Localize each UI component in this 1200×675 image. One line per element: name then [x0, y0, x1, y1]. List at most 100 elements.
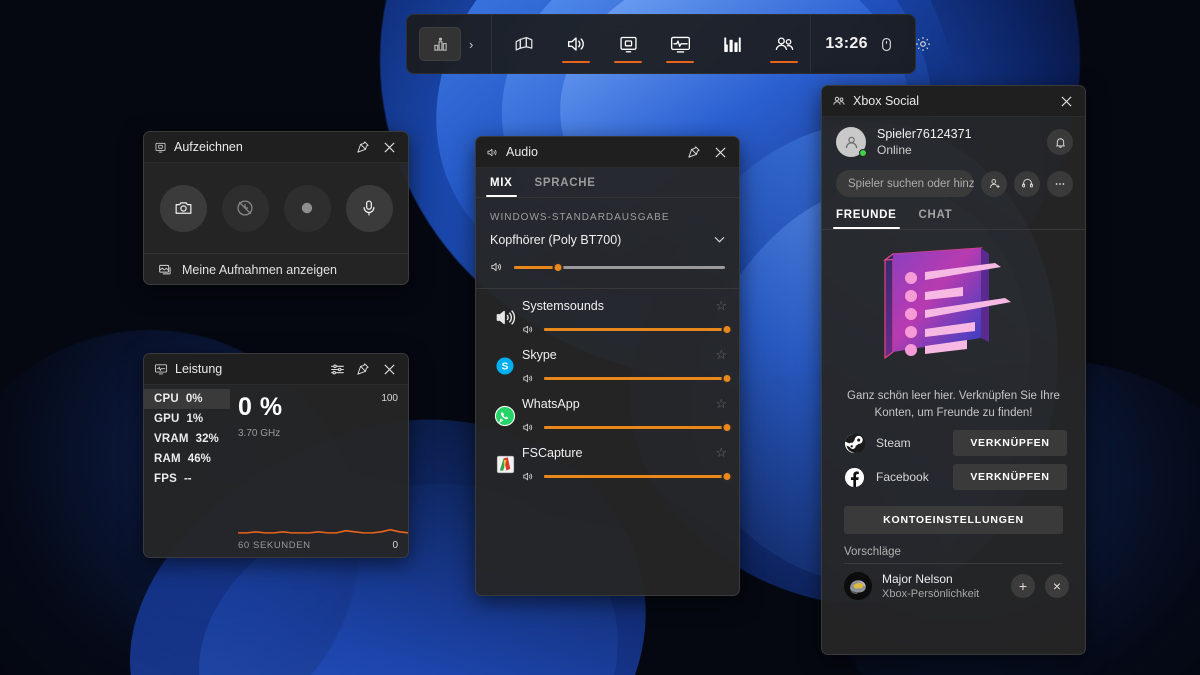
xbox-social-widget: Xbox Social Spieler76124371 Online — [821, 85, 1086, 655]
status-text: Online — [877, 143, 1036, 157]
account-name: Steam — [876, 436, 942, 450]
perf-stat-gpu[interactable]: GPU 1% — [144, 409, 230, 429]
perf-stat-ram[interactable]: RAM 46% — [144, 449, 230, 469]
speaker-icon[interactable] — [522, 470, 535, 483]
widget-menu-icon — [433, 37, 448, 52]
toolbar-item-widget-store[interactable] — [498, 15, 550, 73]
close-button[interactable] — [376, 134, 402, 160]
favorite-star-icon[interactable]: ☆ — [715, 445, 727, 461]
master-volume-row — [476, 247, 739, 274]
microphone-toggle-button[interactable] — [346, 185, 393, 232]
perf-stat-cpu[interactable]: CPU 0% — [144, 389, 230, 409]
pin-button[interactable] — [350, 356, 376, 382]
audio-app-slider[interactable] — [544, 373, 727, 385]
master-volume-slider[interactable] — [514, 261, 725, 273]
xbox-people-icon — [832, 94, 846, 108]
tab-sprache[interactable]: SPRACHE — [535, 168, 596, 197]
camera-icon — [174, 199, 193, 218]
audio-app-slider[interactable] — [544, 471, 727, 483]
speaker-icon[interactable] — [522, 421, 535, 434]
perf-stat-vram[interactable]: VRAM 32% — [144, 429, 230, 449]
toolbar-item-audio[interactable] — [550, 15, 602, 73]
audio-device-name: Kopfhörer (Poly BT700) — [490, 233, 712, 247]
social-widget-titlebar: Xbox Social — [822, 86, 1085, 117]
toolbar-item-resources[interactable] — [706, 15, 758, 73]
close-button[interactable] — [1053, 88, 1079, 114]
audio-app-name: Systemsounds — [522, 299, 715, 313]
slider-knob[interactable] — [553, 262, 564, 273]
tab-mix[interactable]: MIX — [490, 168, 513, 197]
toolbar-item-capture[interactable] — [602, 15, 654, 73]
slider-fill — [514, 266, 558, 269]
tab-freunde[interactable]: FREUNDE — [836, 209, 897, 229]
slider-knob[interactable] — [722, 324, 733, 335]
settings-gear-icon — [914, 35, 932, 53]
close-icon — [714, 146, 727, 159]
more-options-button[interactable] — [1047, 171, 1073, 197]
perf-stat-value: 32% — [196, 433, 219, 445]
audio-device-selector[interactable]: Kopfhörer (Poly BT700) — [476, 223, 739, 247]
add-suggestion-button[interactable]: + — [1011, 574, 1035, 598]
mouse-icon — [878, 36, 895, 53]
audio-app-header: WhatsApp ☆ — [522, 396, 727, 412]
perf-axis-max: 100 — [381, 393, 398, 404]
close-button[interactable] — [707, 139, 733, 165]
add-friend-icon — [988, 177, 1001, 190]
steam-icon — [844, 433, 865, 454]
screenshot-button[interactable] — [160, 185, 207, 232]
social-widget-title: Xbox Social — [853, 94, 1053, 108]
slider-knob[interactable] — [722, 373, 733, 384]
speaker-icon[interactable] — [522, 323, 535, 336]
dismiss-suggestion-button[interactable]: × — [1045, 574, 1069, 598]
add-friend-button[interactable] — [981, 171, 1007, 197]
link-steam-button[interactable]: VERKNÜPFEN — [953, 430, 1067, 456]
performance-monitor-icon — [154, 362, 168, 376]
audio-app-row: FSCapture ☆ — [476, 436, 739, 485]
favorite-star-icon[interactable]: ☆ — [715, 396, 727, 412]
audio-widget: Audio MIX SPRACHE WI — [475, 136, 740, 596]
settings-button[interactable] — [906, 27, 940, 61]
perf-stat-fps[interactable]: FPS -- — [144, 469, 230, 489]
audio-app-volume-row — [522, 323, 727, 336]
performance-widget-titlebar: Leistung — [144, 354, 408, 385]
toolbar-expand-chevron[interactable]: › — [461, 37, 481, 52]
search-input[interactable]: Spieler suchen oder hinzufü — [836, 170, 974, 197]
performance-settings-button[interactable] — [324, 356, 350, 382]
perf-clock-speed: 3.70 GHz — [238, 428, 398, 439]
slider-knob[interactable] — [722, 471, 733, 482]
pin-button[interactable] — [350, 134, 376, 160]
online-status-dot — [859, 149, 867, 157]
headset-icon — [1021, 177, 1034, 190]
account-settings-button[interactable]: KONTOEINSTELLUNGEN — [844, 506, 1063, 534]
toolbar-item-xbox-social[interactable] — [758, 15, 810, 73]
audio-app-name: FSCapture — [522, 446, 715, 460]
avatar[interactable] — [836, 127, 866, 157]
favorite-star-icon[interactable]: ☆ — [715, 298, 727, 314]
mouse-button[interactable] — [870, 27, 904, 61]
show-all-captures-row[interactable]: Meine Aufnahmen anzeigen — [144, 253, 408, 285]
slider-knob[interactable] — [722, 422, 733, 433]
suggestion-subtitle: Xbox-Persönlichkeit — [882, 588, 1001, 600]
audio-app-slider[interactable] — [544, 422, 727, 434]
favorite-star-icon[interactable]: ☆ — [715, 347, 727, 363]
speaker-icon[interactable] — [522, 372, 535, 385]
active-indicator-social — [770, 61, 798, 64]
audio-app-main: Systemsounds ☆ — [522, 298, 727, 336]
close-button[interactable] — [376, 356, 402, 382]
start-recording-button[interactable] — [284, 185, 331, 232]
headset-button[interactable] — [1014, 171, 1040, 197]
notifications-button[interactable] — [1047, 129, 1073, 155]
record-last-30s-button[interactable] — [222, 185, 269, 232]
social-empty-state: Ganz schön leer hier. Verknüpfen Sie Ihr… — [822, 230, 1085, 422]
audio-app-slider[interactable] — [544, 324, 727, 336]
pin-button[interactable] — [681, 139, 707, 165]
gallery-icon — [158, 262, 173, 277]
fscapture-icon — [488, 445, 522, 483]
tab-chat[interactable]: CHAT — [919, 209, 953, 229]
toolbar-item-performance[interactable] — [654, 15, 706, 73]
facebook-icon — [844, 467, 865, 488]
capture-icon — [618, 34, 639, 55]
link-facebook-button[interactable]: VERKNÜPFEN — [953, 464, 1067, 490]
perf-stat-value: -- — [184, 473, 192, 485]
widget-menu-button[interactable] — [419, 27, 461, 61]
